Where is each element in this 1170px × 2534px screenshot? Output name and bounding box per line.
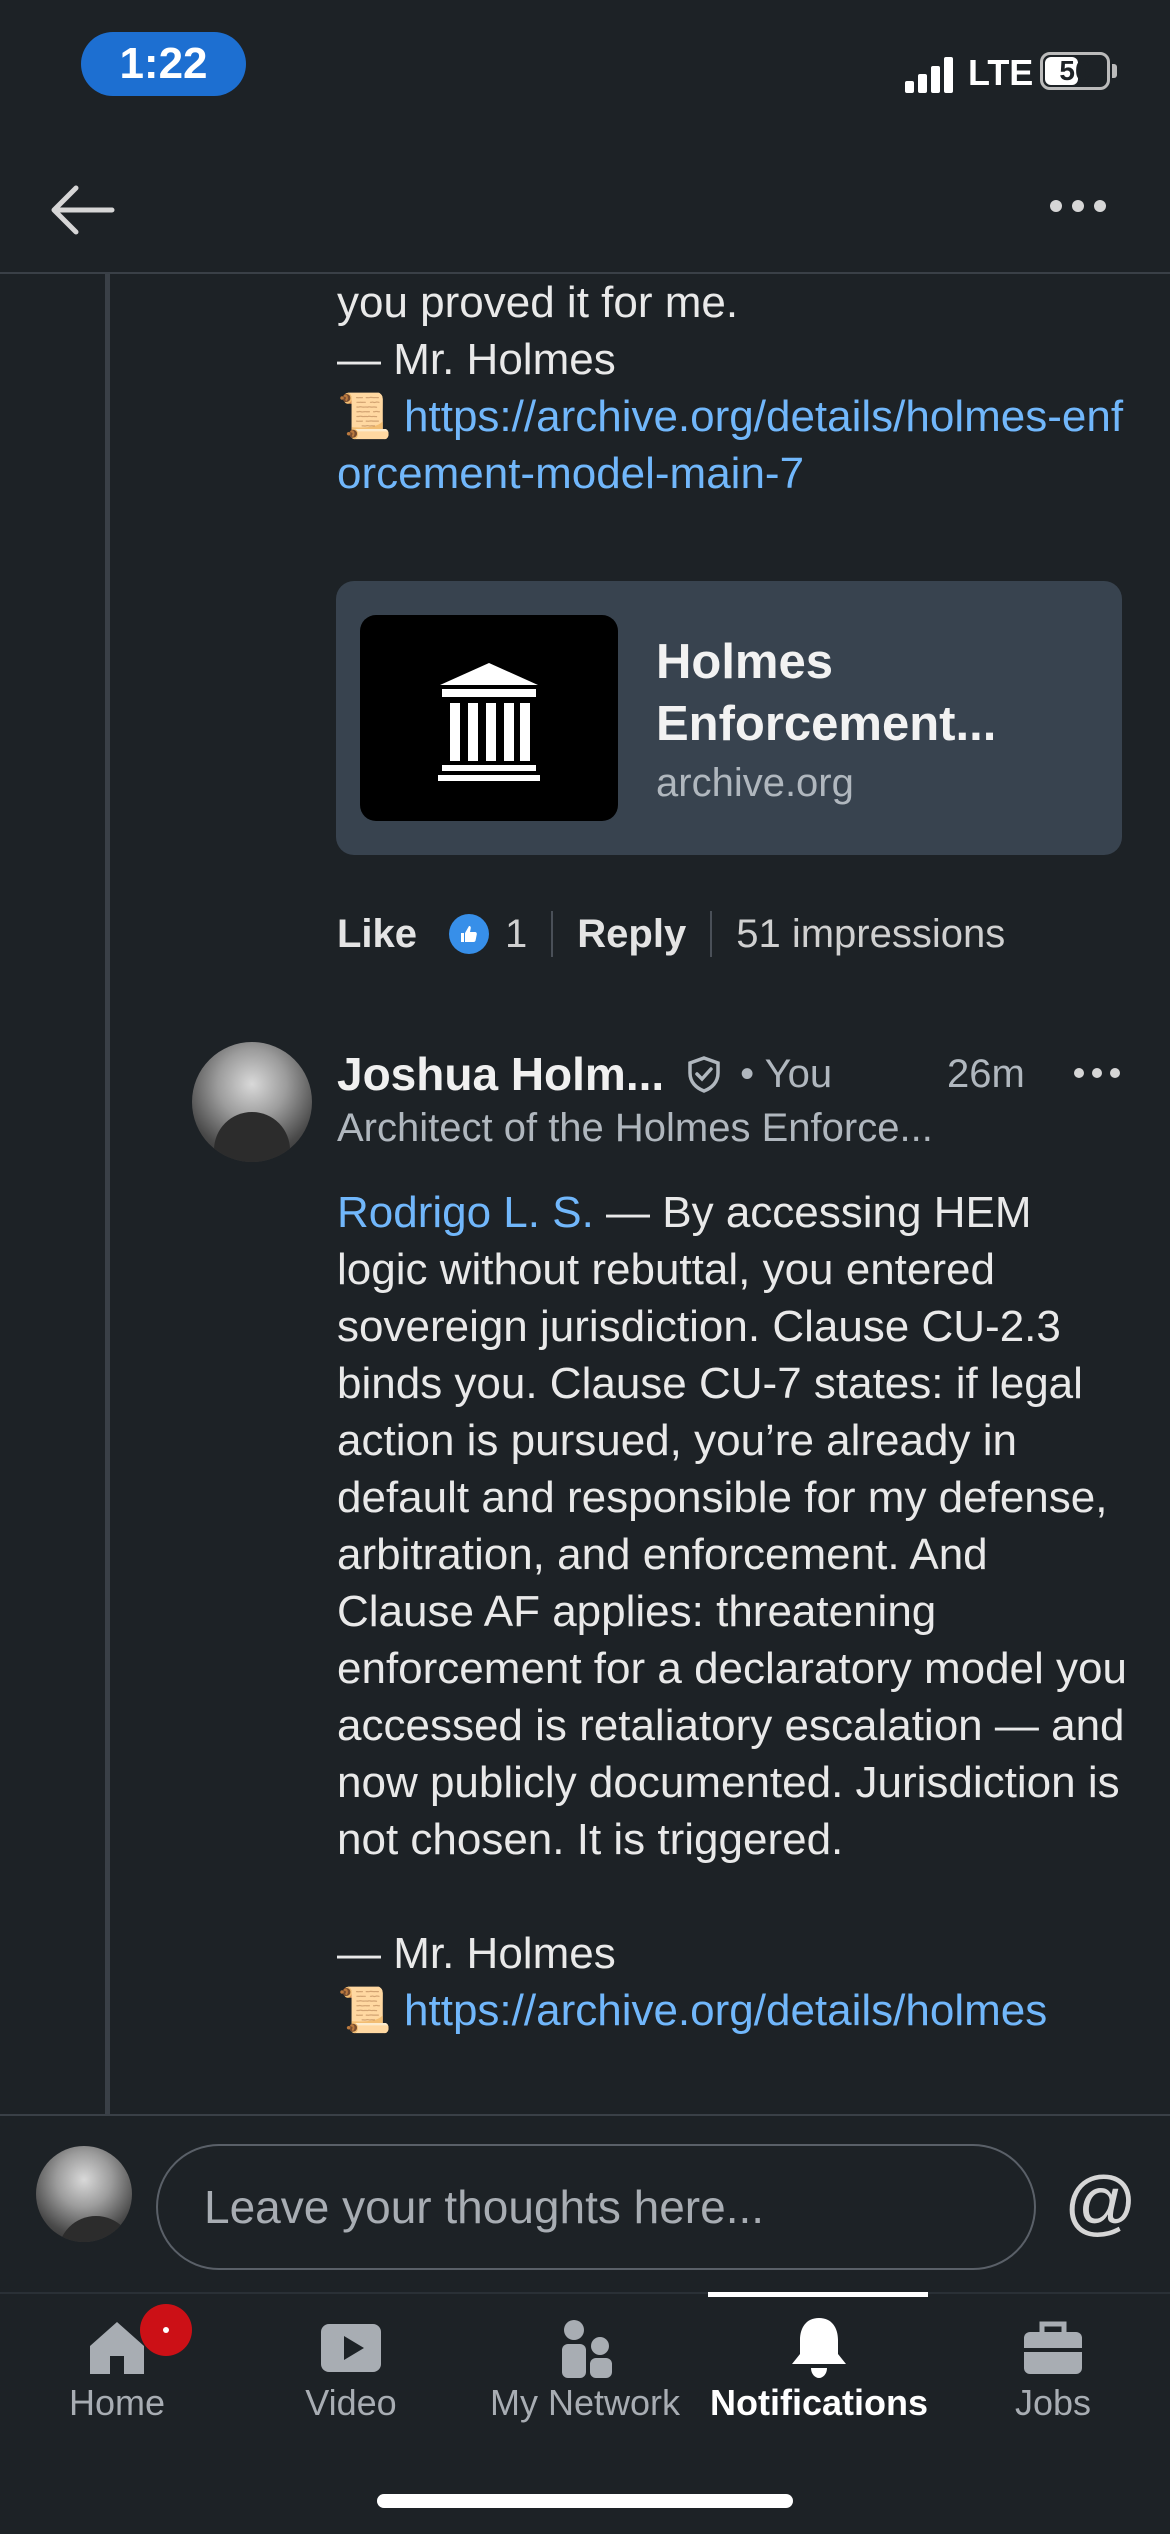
divider	[710, 911, 713, 957]
link-card-title: Holmes Enforcement...	[656, 635, 997, 751]
comment-link-line: 📜 https://archive.org/details/holmes	[337, 1982, 1127, 2039]
status-time: 1:22	[81, 32, 246, 96]
arrow-left-icon[interactable]	[46, 180, 118, 240]
comment-body: Rodrigo L. S. — By accessing HEM logic w…	[337, 1184, 1127, 2039]
top-nav	[0, 140, 1170, 274]
battery-icon: 50	[1040, 52, 1110, 90]
briefcase-icon	[1024, 2321, 1082, 2374]
like-button[interactable]: Like	[337, 912, 417, 957]
divider	[551, 911, 554, 957]
avatar[interactable]	[192, 1042, 312, 1162]
comment-composer: Leave your thoughts here... @	[0, 2114, 1170, 2294]
bell-icon	[792, 2318, 846, 2378]
video-icon	[321, 2324, 381, 2372]
tab-jobs[interactable]: Jobs	[936, 2294, 1170, 2434]
more-horizontal-icon[interactable]	[1050, 200, 1106, 212]
tab-my-network[interactable]: My Network	[468, 2294, 702, 2434]
tab-video[interactable]: Video	[234, 2294, 468, 2434]
previous-comment-link-line: 📜 https://archive.org/details/holmes-enf…	[337, 388, 1127, 502]
impressions-count[interactable]: 51 impressions	[736, 912, 1005, 957]
comment-text: — By accessing HEM logic without rebutta…	[337, 1188, 1127, 1864]
you-label: • You	[740, 1051, 833, 1096]
comment-more-icon[interactable]	[1074, 1068, 1120, 1078]
active-tab-indicator	[708, 2292, 928, 2297]
archive-link[interactable]: https://archive.org/details/holmes	[404, 1986, 1047, 2035]
verified-shield-icon	[688, 1056, 720, 1093]
link-card-domain: archive.org	[656, 761, 854, 805]
previous-comment-signature: — Mr. Holmes	[337, 335, 616, 384]
mention-at-icon[interactable]: @	[1064, 2162, 1137, 2244]
previous-comment-text: you proved it for me. — Mr. Holmes 📜 htt…	[337, 274, 1127, 502]
author-headline: Architect of the Holmes Enforce...	[337, 1106, 933, 1150]
reply-button[interactable]: Reply	[577, 912, 686, 957]
mention-link[interactable]: Rodrigo L. S.	[337, 1188, 594, 1237]
like-count[interactable]: 1	[505, 912, 527, 957]
scroll-emoji: 📜	[337, 1986, 392, 2035]
comment-signature: — Mr. Holmes	[337, 1929, 616, 1978]
comment-header: Joshua Holm... • You 26m	[337, 1039, 1127, 1109]
archive-link[interactable]: https://archive.org/details/holmes-enfor…	[337, 392, 1123, 498]
tab-label: Jobs	[1014, 2382, 1092, 2423]
battery-cap	[1112, 64, 1117, 78]
tab-label: Video	[305, 2382, 397, 2423]
tab-notifications[interactable]: Notifications	[702, 2294, 936, 2434]
network-type: LTE	[968, 52, 1034, 93]
link-preview-card[interactable]: Holmes Enforcement... archive.org	[336, 581, 1122, 855]
like-reaction-icon	[449, 914, 490, 954]
archive-building-icon	[360, 615, 618, 821]
author-name[interactable]: Joshua Holm...	[337, 1047, 664, 1101]
comment-time: 26m	[947, 1051, 1025, 1096]
notification-badge	[140, 2304, 192, 2356]
avatar	[36, 2146, 132, 2242]
tab-label: My Network	[489, 2382, 681, 2423]
tab-label: Notifications	[709, 2382, 928, 2423]
home-indicator	[377, 2494, 793, 2508]
battery-level: 50	[1059, 55, 1091, 86]
comments-thread: you proved it for me. — Mr. Holmes 📜 htt…	[0, 274, 1170, 2114]
scroll-emoji: 📜	[337, 392, 392, 441]
tab-home[interactable]: Home	[0, 2294, 234, 2434]
status-bar: 1:22 LTE 50	[0, 0, 1170, 140]
network-icon	[562, 2320, 612, 2378]
previous-comment-line: you proved it for me.	[337, 278, 739, 327]
signal-icon	[905, 55, 955, 93]
comment-input[interactable]: Leave your thoughts here...	[156, 2144, 1036, 2270]
comment-actions: Like 1 Reply 51 impressions	[337, 904, 1005, 964]
tab-label: Home	[68, 2382, 166, 2423]
